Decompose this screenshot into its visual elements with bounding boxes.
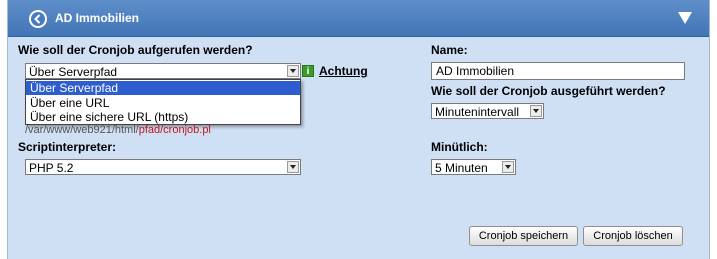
path-prefix: /var/www/web921/html/ xyxy=(25,124,139,136)
info-icon[interactable]: i xyxy=(302,65,314,77)
cronjob-panel: AD Immobilien Wie soll der Cronjob aufge… xyxy=(7,0,710,259)
call-method-value: Über Serverpfad xyxy=(29,65,118,79)
interpreter-value: PHP 5.2 xyxy=(29,161,74,175)
call-method-select[interactable]: Über Serverpfad xyxy=(25,63,301,79)
warning-link[interactable]: Achtung xyxy=(319,64,368,78)
save-button[interactable]: Cronjob speichern xyxy=(469,226,578,246)
chevron-down-icon[interactable] xyxy=(287,65,299,77)
call-method-label: Wie soll der Cronjob aufgerufen werden? xyxy=(18,43,253,57)
delete-button[interactable]: Cronjob löschen xyxy=(583,226,683,246)
chevron-down-icon[interactable] xyxy=(530,105,542,117)
call-method-dropdown[interactable]: Über Serverpfad Über eine URL Über eine … xyxy=(25,79,301,125)
minute-value: 5 Minuten xyxy=(435,161,488,175)
script-path-hint: /var/www/web921/html/pfad/cronjob.pl xyxy=(25,124,211,136)
minute-label: Minütlich: xyxy=(431,140,488,154)
path-highlight: pfad/cronjob.pl xyxy=(138,124,211,136)
name-input[interactable]: AD Immobilien xyxy=(431,62,685,80)
interpreter-select[interactable]: PHP 5.2 xyxy=(25,159,301,175)
dropdown-option[interactable]: Über Serverpfad xyxy=(26,81,300,95)
dropdown-option[interactable]: Über eine URL xyxy=(26,96,300,110)
panel-title: AD Immobilien xyxy=(55,11,140,25)
minute-select[interactable]: 5 Minuten xyxy=(431,159,516,175)
panel-header[interactable]: AD Immobilien xyxy=(8,0,709,37)
exec-method-value: Minutenintervall xyxy=(435,105,520,119)
chevron-down-icon[interactable] xyxy=(502,161,514,173)
interpreter-label: Scriptinterpreter: xyxy=(18,140,117,154)
dropdown-option[interactable]: Über eine sichere URL (https) xyxy=(26,110,300,124)
exec-method-label: Wie soll der Cronjob ausgeführt werden? xyxy=(431,84,666,98)
chevron-down-icon[interactable] xyxy=(287,161,299,173)
back-arrow-icon[interactable] xyxy=(29,10,47,28)
triangle-down-icon[interactable] xyxy=(678,12,692,24)
name-label: Name: xyxy=(431,43,468,57)
exec-method-select[interactable]: Minutenintervall xyxy=(431,103,544,119)
